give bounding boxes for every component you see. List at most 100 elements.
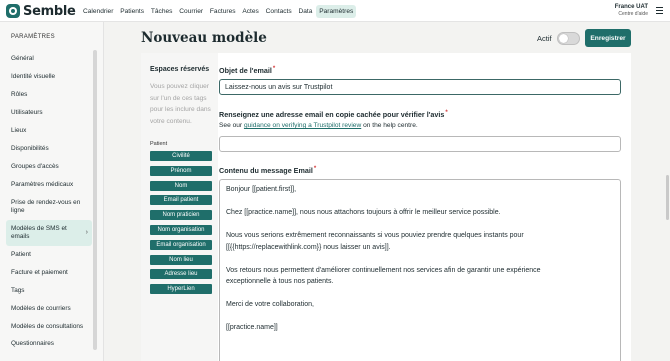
nav-item-calendrier[interactable]: Calendrier [80,5,116,18]
placeholder-tag[interactable]: Email organisation [150,239,212,250]
sidebar-item[interactable]: Tags [6,282,92,300]
bcc-help-text: See our guidance on verifying a Trustpil… [219,122,418,129]
save-button[interactable]: Enregistrer [585,29,631,47]
nav-item-data[interactable]: Data [295,5,315,18]
placeholder-tag[interactable]: Nom praticien [150,210,212,221]
chevron-right-icon: › [85,229,88,236]
page-scrollbar[interactable] [666,175,669,220]
sidebar-item-label: Identité visuelle [11,72,56,80]
placeholders-title: Espaces réservés [150,66,210,73]
body-line [226,288,614,300]
placeholder-tag[interactable]: Adresse lieu [150,269,212,280]
sidebar-item-label: Groupes d'accès [11,162,59,170]
sidebar-item-label: Tags [11,286,25,294]
sidebar-item-label: Paramètres médicaux [11,180,74,188]
org-switcher[interactable]: France UAT Centre d'aide [615,3,648,18]
sidebar-item-label: Général [11,54,34,62]
bcc-label-text: Renseignez une adresse email en copie ca… [219,110,445,119]
menu-icon[interactable] [656,7,663,16]
sidebar-item-label: Patient [11,250,31,258]
body-line [226,311,614,323]
placeholder-tag[interactable]: Email patient [150,195,212,206]
nav-item-taches[interactable]: Tâches [148,5,176,18]
toggle-knob [559,34,568,43]
sidebar-item[interactable]: Utilisateurs [6,104,92,122]
nav-item-patients[interactable]: Patients [117,5,147,18]
trustpilot-guidance-link[interactable]: guidance on verifying a Trustpilot revie… [244,122,361,129]
bcc-label: Renseignez une adresse email en copie ca… [219,110,448,119]
sidebar-item-label: Modèles de consultations [11,322,84,330]
placeholders-description: Vous pouvez cliquer sur l'un de ces tags… [150,83,211,125]
placeholder-tag[interactable]: Nom lieu [150,254,212,265]
nav-item-courrier[interactable]: Courrier [176,5,206,18]
sidebar-item[interactable]: Rôles [6,86,92,104]
sidebar-item[interactable]: Disponibilités [6,140,92,158]
active-toggle[interactable] [557,32,580,45]
required-mark: * [272,66,276,72]
required-mark: * [445,110,448,116]
sidebar-item[interactable]: Modèles de SMS et emails › [6,220,92,246]
sidebar-item[interactable]: Lieux [6,122,92,140]
body-line: [[practice.name]] [226,324,278,331]
required-mark: * [313,166,317,172]
body-line: Chez [[practice.name]], nous nous attach… [226,209,501,216]
placeholder-tags: Civilité Prénom Nom Email patient Nom pratic… [150,151,212,299]
sidebar-item-label: Facture et paiement [11,268,68,276]
placeholder-tag[interactable]: Prénom [150,165,212,176]
sidebar-item[interactable]: Groupes d'accès [6,158,92,176]
body-line: [[{{https://replacewithlink.com}} nous l… [226,243,391,251]
body-line: Merci de votre collaboration, [226,301,314,308]
sidebar-item-label: Modèles de SMS et emails [11,224,67,241]
nav-item-actes[interactable]: Actes [239,5,262,18]
sidebar-item[interactable]: Identité visuelle [6,68,92,86]
body-label: Contenu du message Email* [219,166,316,175]
sidebar-item-label: Prise de rendez-vous en ligne [11,198,81,215]
bcc-email-input[interactable] [219,136,621,152]
body-line [226,196,614,208]
body-line: Vos retours nous permettent d'améliorer … [226,266,541,274]
sidebar-item[interactable]: Modèles de consultations [6,318,92,336]
sidebar-item[interactable]: Modèles de courriers [6,300,92,318]
placeholder-tag[interactable]: Nom organisation [150,224,212,235]
placeholder-tag[interactable]: Civilité [150,151,212,161]
placeholders-group-label: Patient [150,141,168,147]
subject-input[interactable]: Laissez-nous un avis sur Trustpilot [219,79,621,95]
org-name: France UAT [614,4,648,10]
logo-text: Semble [23,3,76,19]
top-nav: Semble Calendrier Patients Tâches Courrier F… [0,0,670,22]
nav-item-parametres[interactable]: Paramètres [316,4,357,18]
body-line: Bonjour [[patient.first]], [226,186,297,193]
placeholder-tag[interactable]: HyperLien [150,284,212,295]
sidebar-item[interactable]: Facture et paiement [6,264,92,282]
help-centre-link[interactable]: Centre d'aide [615,11,648,18]
main-nav: Calendrier Patients Tâches Courrier Factures… [80,0,357,22]
sidebar-item[interactable]: Patient [6,246,92,264]
sidebar-item[interactable]: Paramètres médicaux [6,176,92,194]
bcc-help-prefix: See our [219,122,244,129]
sidebar-item[interactable]: Prise de rendez-vous en ligne [6,194,92,220]
bcc-help-suffix: on the help centre. [361,122,418,129]
subject-label-text: Objet de l'email [219,66,272,75]
body-line [226,253,614,265]
sidebar-item-label: Modèles de courriers [11,304,71,312]
sidebar-item[interactable]: Questionnaires [6,336,92,354]
body-line [226,219,614,231]
sidebar-scrollbar[interactable] [93,50,97,350]
nav-item-factures[interactable]: Factures [207,5,239,18]
active-toggle-label: Actif [537,34,552,43]
sidebar-list: Général Identité visuelle Rôles Utilisateur… [6,50,92,354]
sidebar-item-label: Utilisateurs [11,108,43,116]
body-line: Nous vous serions extrêmement reconnaiss… [226,232,524,239]
subject-label: Objet de l'email* [219,66,275,75]
placeholders-panel: Espaces réservés Vous pouvez cliquer sur… [141,53,218,361]
body-line: exceptionnelle à tous nos patients. [226,278,334,285]
sidebar-title: PARAMÈTRES [11,34,55,40]
placeholder-tag[interactable]: Nom [150,180,212,191]
body-label-text: Contenu du message Email [219,166,313,175]
semble-logo-icon [6,4,20,18]
semble-logo[interactable]: Semble [6,2,76,20]
email-body-editor[interactable]: Bonjour [[patient.first]], Chez [[practic… [219,179,621,361]
sidebar-item[interactable]: Général [6,50,92,68]
nav-item-contacts[interactable]: Contacts [263,5,295,18]
settings-sidebar: PARAMÈTRES Général Identité visuelle Rôles… [0,22,104,361]
